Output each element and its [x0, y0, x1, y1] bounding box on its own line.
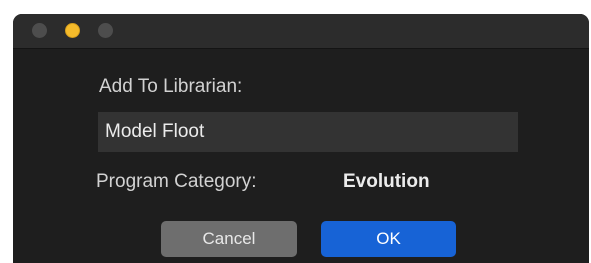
name-field[interactable]	[98, 112, 518, 152]
cancel-button[interactable]: Cancel	[161, 221, 297, 257]
add-to-librarian-dialog: Add To Librarian: Program Category: Evol…	[13, 14, 589, 263]
minimize-window-button[interactable]	[65, 23, 80, 38]
add-to-librarian-label: Add To Librarian:	[99, 76, 243, 97]
title-bar	[13, 14, 589, 49]
program-category-label: Program Category:	[96, 171, 257, 192]
close-window-button[interactable]	[32, 23, 47, 38]
ok-button[interactable]: OK	[321, 221, 456, 257]
program-category-value: Evolution	[343, 171, 430, 192]
zoom-window-button[interactable]	[98, 23, 113, 38]
